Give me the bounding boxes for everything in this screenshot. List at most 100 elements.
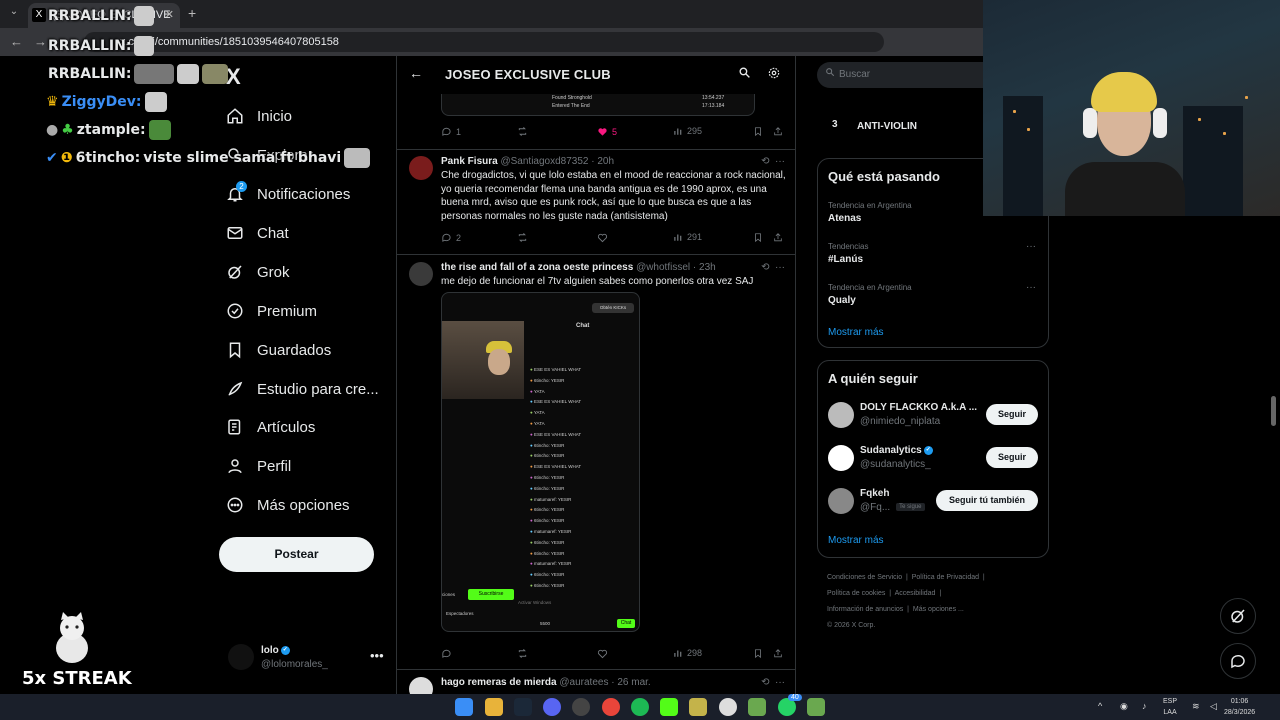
views-button[interactable]: 298 — [673, 648, 702, 658]
messages-fab-icon[interactable] — [1220, 643, 1256, 679]
back-arrow-icon[interactable]: ← — [409, 65, 423, 81]
views-button[interactable]: 295 — [673, 126, 702, 136]
user-handle[interactable]: @Fq... — [860, 502, 890, 513]
avatar[interactable] — [409, 156, 433, 180]
views-button[interactable]: 291 — [673, 232, 702, 242]
profile-more-icon[interactable]: ••• — [370, 648, 384, 663]
nav-articles[interactable]: Artículos — [226, 412, 315, 442]
file-explorer-icon[interactable] — [485, 698, 503, 716]
like-button[interactable]: 5 — [597, 126, 617, 137]
tweet-menu[interactable]: ⟲ ··· — [761, 156, 785, 167]
avatar[interactable] — [828, 445, 854, 471]
discord-icon[interactable] — [543, 698, 561, 716]
repost-icon[interactable] — [517, 232, 528, 243]
bookmark-icon[interactable] — [753, 126, 763, 137]
like-icon[interactable] — [597, 232, 608, 243]
follow-button[interactable]: Seguir — [986, 404, 1038, 425]
steam-icon[interactable] — [514, 698, 532, 716]
tweet-time[interactable]: 23h — [699, 262, 716, 273]
account-switcher[interactable]: lolo ✓ @lolomorales_ ••• — [228, 642, 388, 678]
grok-fab-icon[interactable] — [1220, 598, 1256, 634]
language-indicator[interactable]: ESP LAA — [1163, 696, 1177, 718]
clock[interactable]: 01:06 28/3/2026 — [1224, 696, 1255, 718]
footer-link[interactable]: Accesibilidad — [895, 590, 936, 597]
tab-search-icon[interactable]: ⌄ — [6, 6, 22, 22]
minecraft-icon[interactable] — [748, 698, 766, 716]
spotify-icon[interactable] — [631, 698, 649, 716]
mic-icon[interactable]: ♪ — [1142, 701, 1147, 712]
page-scrollbar[interactable] — [1271, 396, 1276, 426]
footer-link[interactable]: Política de cookies — [827, 590, 885, 597]
forward-icon[interactable]: → — [34, 34, 47, 49]
volume-icon[interactable]: ◁ — [1210, 701, 1217, 712]
repost-icon[interactable] — [517, 126, 528, 137]
bookmark-icon[interactable] — [753, 648, 763, 659]
trend-name[interactable]: #Lanús — [828, 254, 863, 265]
repost-icon[interactable] — [517, 648, 528, 659]
tray-chevron-icon[interactable]: ^ — [1098, 701, 1102, 712]
nav-chat[interactable]: Chat — [226, 218, 289, 248]
nav-bookmarks[interactable]: Guardados — [226, 335, 331, 365]
settings-gear-icon[interactable] — [767, 66, 781, 83]
avatar[interactable] — [409, 677, 433, 694]
trend-more-icon[interactable]: ··· — [1026, 282, 1036, 293]
tweet-media-image[interactable]: Obtén KICKs Chat ● ESE ES VAHIEL WHAT ● 6… — [441, 292, 640, 632]
tweet-time[interactable]: 20h — [597, 156, 614, 167]
app-icon[interactable] — [719, 698, 737, 716]
nav-notifications[interactable]: 2 Notificaciones — [226, 179, 350, 209]
share-icon[interactable] — [773, 648, 783, 659]
wifi-icon[interactable]: ≋ — [1192, 701, 1200, 712]
nav-premium[interactable]: Premium — [226, 296, 317, 326]
chrome-icon[interactable] — [602, 698, 620, 716]
reply-button[interactable]: 2 — [441, 232, 461, 243]
user-name[interactable]: DOLY FLACKKO A.k.A ... — [860, 402, 977, 413]
post-button[interactable]: Postear — [219, 537, 374, 572]
like-icon[interactable] — [597, 648, 608, 659]
author-handle[interactable]: @auratees — [559, 677, 608, 688]
minecraft-icon[interactable] — [807, 698, 825, 716]
show-more-link[interactable]: Mostrar más — [828, 327, 884, 338]
author-handle[interactable]: @whotfissel — [636, 262, 690, 273]
user-handle[interactable]: @sudanalytics_ — [860, 459, 931, 470]
tray-app-icon[interactable]: ◉ — [1120, 701, 1128, 712]
nav-grok[interactable]: Grok — [226, 257, 290, 287]
tweet-time[interactable]: 26 mar. — [617, 677, 650, 688]
author-name[interactable]: Pank Fisura — [441, 156, 498, 167]
bookmark-icon[interactable] — [753, 232, 763, 243]
tweet-menu[interactable]: ⟲ ··· — [761, 677, 785, 688]
user-handle[interactable]: @nimiedo_niplata — [860, 416, 940, 427]
share-icon[interactable] — [773, 232, 783, 243]
trend-name[interactable]: Atenas — [828, 213, 861, 224]
back-icon[interactable]: ← — [10, 34, 23, 49]
author-handle[interactable]: @Santiagoxd87352 — [500, 156, 588, 167]
trend-name[interactable]: Qualy — [828, 295, 856, 306]
footer-link[interactable]: Más opciones ... — [913, 606, 964, 613]
windows-start-icon[interactable] — [455, 698, 473, 716]
author-name[interactable]: hago remeras de mierda — [441, 677, 557, 688]
footer-link[interactable]: Información de anuncios — [827, 606, 903, 613]
footer-link[interactable]: Condiciones de Servicio — [827, 574, 902, 581]
search-icon[interactable] — [738, 66, 751, 82]
tweet-image[interactable]: Found Stronghold 13:54.237 Entered The E… — [441, 94, 755, 116]
share-icon[interactable] — [773, 126, 783, 137]
avatar[interactable] — [828, 488, 854, 514]
obs-icon[interactable] — [572, 698, 590, 716]
avatar[interactable] — [409, 262, 433, 286]
footer-link[interactable]: Política de Privacidad — [912, 574, 979, 581]
user-name[interactable]: Sudanalytics — [860, 445, 922, 456]
user-name[interactable]: Fqkeh — [860, 488, 889, 499]
reply-icon[interactable] — [441, 648, 452, 659]
follow-button[interactable]: Seguir — [986, 447, 1038, 468]
nav-creator-studio[interactable]: Estudio para cre... — [226, 374, 379, 404]
author-name[interactable]: the rise and fall of a zona oeste prince… — [441, 262, 633, 273]
nav-more[interactable]: Más opciones — [226, 490, 350, 520]
follow-back-button[interactable]: Seguir tú también — [936, 490, 1038, 511]
reply-button[interactable]: 1 — [441, 126, 461, 137]
url-field[interactable]: x.com/i/communities/1851039546407805158 — [84, 32, 884, 52]
app-icon[interactable] — [689, 698, 707, 716]
avatar[interactable] — [828, 402, 854, 428]
nav-home[interactable]: Inicio — [226, 101, 292, 131]
tab-close-icon[interactable]: ✕ — [165, 8, 174, 21]
trend-more-icon[interactable]: ··· — [1026, 241, 1036, 252]
nav-profile[interactable]: Perfil — [226, 451, 291, 481]
